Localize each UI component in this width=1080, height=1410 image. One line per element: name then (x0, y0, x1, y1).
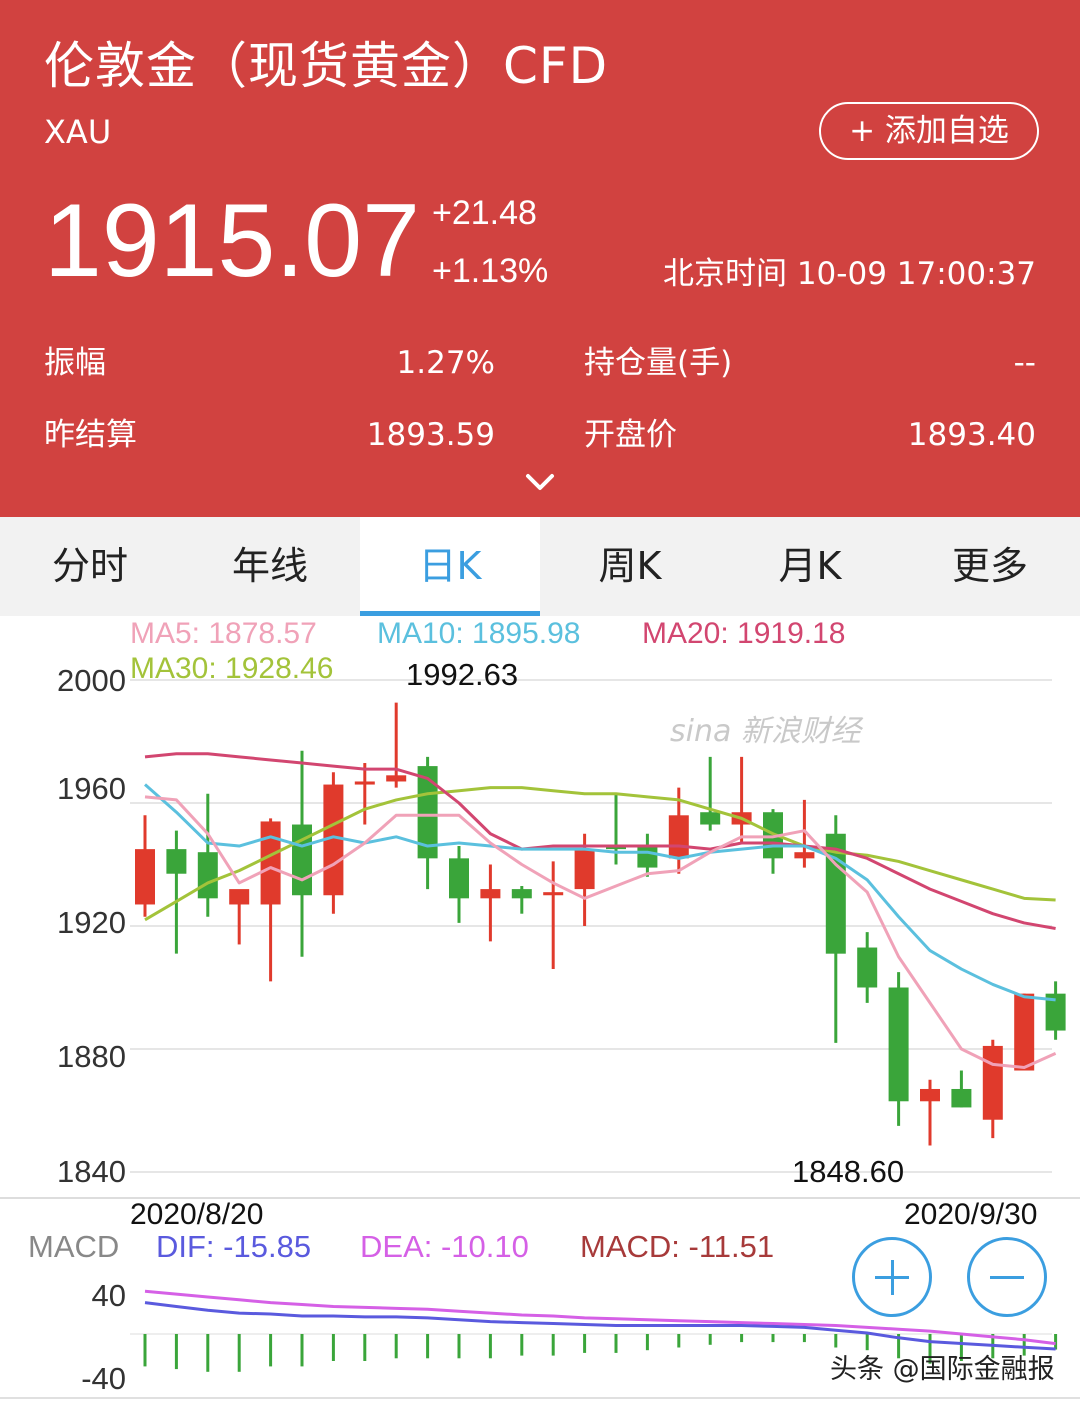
candle-body (857, 947, 878, 988)
dif-line (144, 1301, 1056, 1351)
candle-body (135, 849, 155, 905)
macd-legend: MACD: -11.51 (580, 1229, 775, 1264)
tab-weekly-k[interactable]: 周K (540, 517, 720, 616)
candle-body (700, 812, 721, 825)
quote-time: 北京时间 10-09 17:00:37 (662, 256, 1036, 292)
ma5-line (144, 795, 1057, 1069)
instrument-code: XAU (44, 113, 112, 151)
tab-more[interactable]: 更多 (900, 517, 1080, 616)
open-price-value: 1893.40 (907, 417, 1036, 453)
last-price: 1915.07 (44, 183, 420, 299)
candle-body (951, 1088, 972, 1108)
source-credit: 头条 @国际金融报 (830, 1354, 1055, 1385)
candle-body (1014, 993, 1035, 1071)
amplitude-label: 振幅 (44, 345, 106, 381)
x-end-date: 2020/9/30 (904, 1198, 1038, 1231)
candle-body (449, 858, 469, 899)
open-interest-value: -- (1013, 345, 1036, 381)
candle-body (982, 1045, 1003, 1120)
chevron-down-icon[interactable] (522, 468, 558, 496)
candle-body (888, 987, 909, 1102)
candle-body (920, 1088, 940, 1102)
candle-body (543, 892, 564, 896)
tab-yearly[interactable]: 年线 (180, 517, 360, 616)
open-interest-label: 持仓量(手) (584, 345, 733, 381)
add-watchlist-button[interactable]: + 添加自选 (819, 102, 1039, 160)
amplitude-value: 1.27% (396, 345, 495, 381)
candle-body (386, 775, 407, 782)
instrument-title: 伦敦金（现货黄金）CFD (44, 37, 609, 95)
prev-settle-value: 1893.59 (366, 417, 495, 453)
macd-title: MACD (28, 1229, 120, 1264)
ma30-line (144, 786, 1056, 922)
dif-legend: DIF: -15.85 (156, 1229, 312, 1264)
candle-body (229, 889, 250, 905)
prev-settle-label: 昨结算 (44, 417, 137, 453)
x-start-date: 2020/8/20 (130, 1198, 264, 1231)
zoom-in-button[interactable] (852, 1237, 932, 1317)
tab-daily-k[interactable]: 日K (360, 517, 540, 616)
low-price-label: 1848.60 (792, 1154, 905, 1189)
candle-body (197, 852, 218, 899)
price-change: +21.48 (432, 194, 537, 232)
tab-intraday[interactable]: 分时 (0, 517, 180, 616)
open-price-label: 开盘价 (584, 417, 677, 453)
tab-monthly-k[interactable]: 月K (720, 517, 900, 616)
candle-body (511, 889, 532, 899)
dea-legend: DEA: -10.10 (360, 1229, 529, 1264)
candlestick-chart[interactable] (0, 616, 1080, 1206)
candle-body (794, 852, 815, 859)
candle-body (574, 849, 595, 890)
candle-body (166, 849, 187, 874)
high-price-label: 1992.63 (406, 657, 519, 692)
candle-body (668, 815, 689, 859)
period-tabs: 分时 年线 日K 周K 月K 更多 (0, 517, 1080, 616)
quote-header: 伦敦金（现货黄金）CFD XAU + 添加自选 1915.07 +21.48 +… (0, 0, 1080, 517)
candle-body (354, 781, 375, 785)
candle-body (260, 821, 281, 905)
candle-body (637, 846, 658, 868)
price-change-pct: +1.13% (432, 252, 549, 290)
zoom-out-button[interactable] (967, 1237, 1047, 1317)
candle-body (480, 889, 501, 899)
